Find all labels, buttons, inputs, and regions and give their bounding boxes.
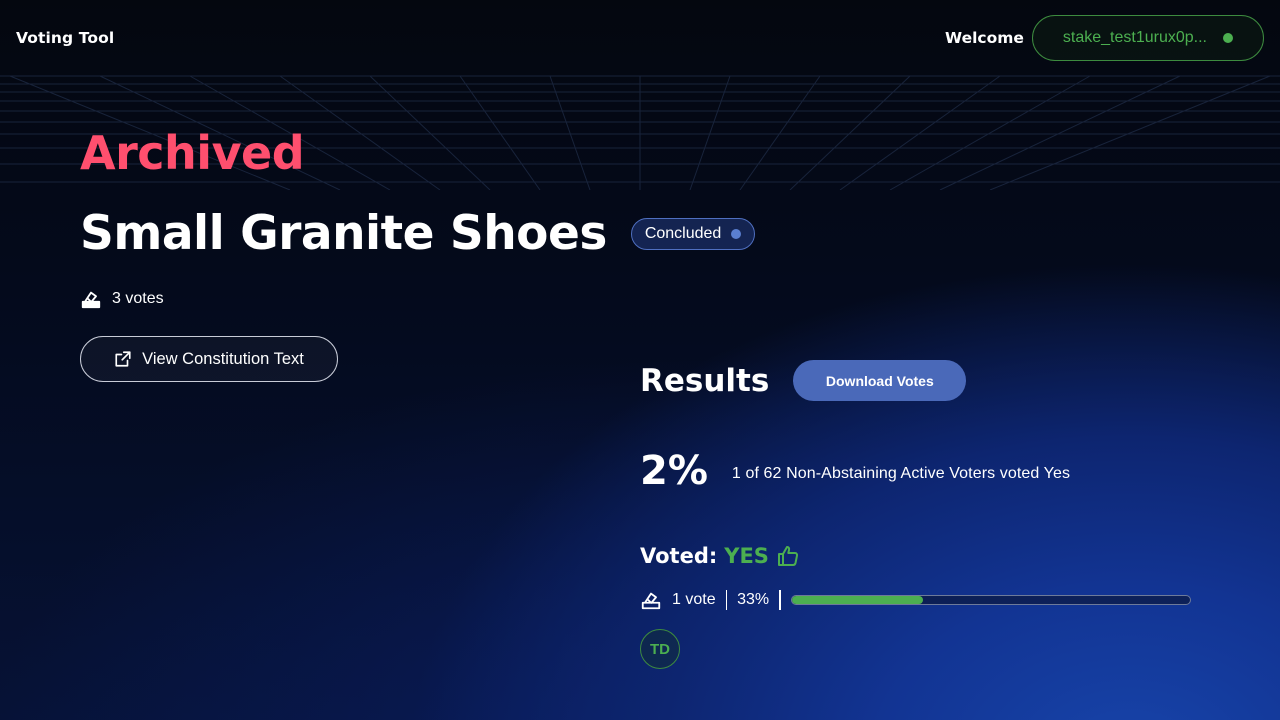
votes-count: 3 votes xyxy=(112,290,164,307)
status-badge: Concluded xyxy=(630,217,756,250)
option-percent: 33% xyxy=(737,591,770,608)
voted-value: YES xyxy=(724,544,769,568)
external-link-icon xyxy=(115,351,131,367)
yes-percentage: 2% xyxy=(640,448,708,494)
status-dot xyxy=(731,228,742,239)
results-heading: Results xyxy=(640,362,770,399)
option-result-row: 1 vote 33% xyxy=(640,589,1191,611)
proposal-title: Small Granite Shoes xyxy=(80,206,607,261)
download-votes-button[interactable]: Download Votes xyxy=(793,360,967,401)
votes-summary: 3 votes xyxy=(80,288,164,310)
header-right: Welcome stake_test1urux0p... xyxy=(945,15,1264,61)
top-bar: Voting Tool Welcome stake_test1urux0p... xyxy=(0,0,1280,76)
option-votes: 1 vote xyxy=(672,591,716,608)
yes-percentage-description: 1 of 62 Non-Abstaining Active Voters vot… xyxy=(731,465,1071,482)
welcome-text: Welcome xyxy=(945,29,1024,47)
divider xyxy=(779,590,781,610)
voted-label: Voted: xyxy=(640,544,718,568)
ballot-icon xyxy=(641,592,661,610)
wallet-status-dot xyxy=(1223,33,1233,43)
results-header: Results Download Votes xyxy=(640,360,967,401)
wallet-button[interactable]: stake_test1urux0p... xyxy=(1031,15,1264,61)
view-constitution-button[interactable]: View Constitution Text xyxy=(80,336,338,382)
title-row: Small Granite Shoes Concluded xyxy=(80,206,756,261)
ballot-icon xyxy=(81,291,101,309)
divider xyxy=(725,590,728,610)
status-badge-label: Concluded xyxy=(644,224,722,242)
archived-heading: Archived xyxy=(80,126,305,180)
brand-name[interactable]: Voting Tool xyxy=(16,29,114,47)
thumbs-up-icon xyxy=(777,546,798,566)
wallet-address: stake_test1urux0p... xyxy=(1062,29,1207,46)
option-progress-bar xyxy=(790,595,1191,605)
voted-row: Voted: YES xyxy=(640,544,800,568)
yes-percentage-summary: 2% 1 of 62 Non-Abstaining Active Voters … xyxy=(640,448,1070,494)
option-progress-fill xyxy=(791,596,923,604)
view-constitution-label: View Constitution Text xyxy=(142,349,304,368)
voter-avatar[interactable]: TD xyxy=(640,629,680,669)
